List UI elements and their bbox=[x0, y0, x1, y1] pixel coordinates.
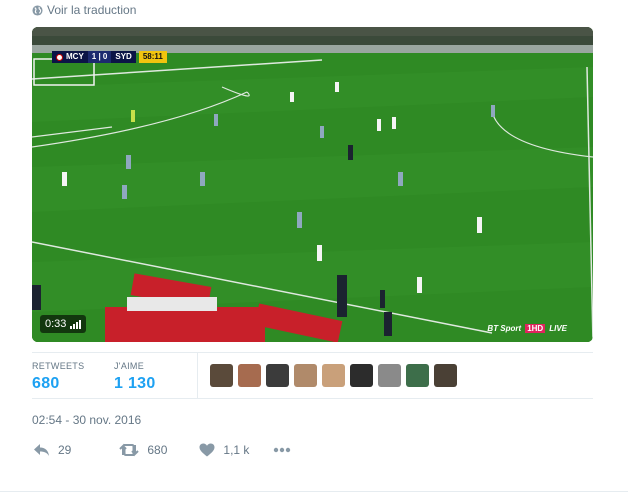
match-clock: 58:11 bbox=[138, 51, 167, 63]
live-label: LIVE bbox=[549, 324, 567, 333]
england-flag-icon bbox=[56, 53, 63, 61]
broadcaster-logo: BT Sport 1HD LIVE bbox=[487, 324, 567, 333]
tweet-actions: 29 680 1,1 k bbox=[33, 443, 291, 457]
home-team: MCY bbox=[66, 52, 84, 61]
reply-icon bbox=[34, 444, 49, 456]
away-team: SYD bbox=[111, 51, 136, 63]
likes-value: 1 130 bbox=[114, 375, 156, 392]
likes-stat[interactable]: J'AIME 1 130 bbox=[114, 361, 156, 393]
liker-avatar[interactable] bbox=[294, 364, 317, 387]
retweets-label: RETWEETS bbox=[32, 361, 85, 371]
more-icon bbox=[274, 447, 291, 453]
reply-count: 29 bbox=[58, 443, 72, 457]
video-duration-badge: 0:33 bbox=[40, 315, 87, 333]
video-duration: 0:33 bbox=[45, 318, 67, 330]
liker-avatar[interactable] bbox=[378, 364, 401, 387]
channel-badge: 1HD bbox=[525, 324, 546, 333]
liker-avatar[interactable] bbox=[238, 364, 261, 387]
liker-avatar[interactable] bbox=[406, 364, 429, 387]
broadcaster-name: BT Sport bbox=[487, 324, 522, 333]
retweet-icon bbox=[119, 443, 140, 457]
liker-avatar[interactable] bbox=[322, 364, 345, 387]
translate-link[interactable]: Voir la traduction bbox=[32, 3, 136, 17]
more-button[interactable] bbox=[273, 447, 291, 453]
translate-label: Voir la traduction bbox=[47, 3, 137, 17]
tweet-stats: RETWEETS 680 J'AIME 1 130 bbox=[32, 352, 593, 399]
liker-avatar[interactable] bbox=[434, 364, 457, 387]
like-button[interactable]: 1,1 k bbox=[199, 443, 249, 457]
match-score: 1 | 0 bbox=[87, 51, 112, 63]
reply-button[interactable]: 29 bbox=[33, 443, 71, 457]
likes-label: J'AIME bbox=[114, 361, 145, 371]
divider bbox=[0, 491, 628, 492]
stats-divider bbox=[197, 353, 198, 398]
liker-avatar[interactable] bbox=[266, 364, 289, 387]
globe-icon bbox=[32, 4, 43, 16]
like-count: 1,1 k bbox=[223, 443, 250, 457]
video-frame bbox=[32, 27, 593, 342]
signal-bars-icon bbox=[70, 319, 82, 329]
retweet-count: 680 bbox=[147, 443, 168, 457]
liker-avatar[interactable] bbox=[210, 364, 233, 387]
retweets-stat[interactable]: RETWEETS 680 bbox=[32, 361, 84, 393]
retweets-value: 680 bbox=[32, 375, 60, 392]
liker-avatar[interactable] bbox=[350, 364, 373, 387]
heart-icon bbox=[199, 443, 215, 457]
video-player[interactable]: MCY 1 | 0 SYD 58:11 0:33 BT Sport 1HD LI… bbox=[32, 27, 593, 342]
liker-avatars bbox=[210, 364, 457, 387]
tweet-timestamp[interactable]: 02:54 - 30 nov. 2016 bbox=[32, 413, 141, 427]
score-bug: MCY 1 | 0 SYD 58:11 bbox=[52, 51, 167, 63]
retweet-button[interactable]: 680 bbox=[119, 443, 167, 457]
